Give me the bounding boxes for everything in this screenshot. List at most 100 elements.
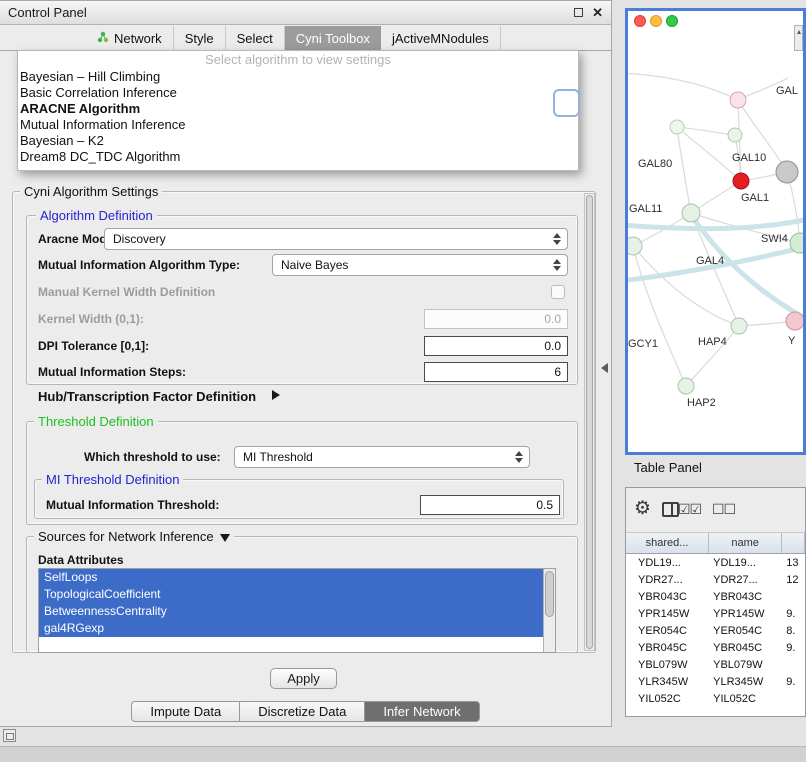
dpi-tolerance-input[interactable]: 0.0 xyxy=(424,336,568,356)
table-row[interactable]: YBR043CYBR043C xyxy=(626,588,805,605)
table-cell xyxy=(782,656,805,673)
control-panel: Control Panel ✕ NetworkStyleSelectCyni T… xyxy=(0,0,612,727)
algorithm-dropdown-items: Bayesian – Hill ClimbingBasic Correlatio… xyxy=(18,69,578,165)
algorithm-option[interactable]: Bayesian – K2 xyxy=(18,133,578,149)
which-threshold-select[interactable]: MI Threshold xyxy=(234,446,530,468)
dpi-tolerance-label: DPI Tolerance [0,1]: xyxy=(38,339,149,353)
table-panel-window: ⚙ ☑☑ ☐☐ shared...name YDL19...YDL19...13… xyxy=(625,487,806,717)
table-cell: 8. xyxy=(782,622,805,639)
table-row[interactable]: YLR345WYLR345W9. xyxy=(626,673,805,690)
algorithm-option[interactable]: Bayesian – Hill Climbing xyxy=(18,69,578,85)
table-row[interactable]: YDR27...YDR27...12 xyxy=(626,571,805,588)
data-attribute-item[interactable]: SelfLoops xyxy=(39,569,555,586)
table-row[interactable]: YIL052CYIL052C xyxy=(626,690,805,707)
algorithm-dropdown-popup: Select algorithm to view settings Bayesi… xyxy=(17,50,579,171)
table-column-header[interactable]: shared... xyxy=(626,533,709,553)
apply-button[interactable]: Apply xyxy=(270,668,337,689)
combo-arrows-icon xyxy=(553,233,561,245)
network-edge[interactable] xyxy=(628,218,803,229)
tab-label: jActiveMNodules xyxy=(392,31,489,46)
mode-tab-impute-data[interactable]: Impute Data xyxy=(131,701,240,722)
network-node[interactable] xyxy=(776,161,798,183)
expand-arrow-icon[interactable] xyxy=(272,390,280,400)
splitter-collapse-icon[interactable] xyxy=(601,363,608,373)
data-attribute-item[interactable]: TopologicalCoefficient xyxy=(39,586,555,603)
gear-icon[interactable]: ⚙ xyxy=(634,499,651,518)
data-attribute-item[interactable]: gal4RGexp xyxy=(39,620,555,637)
select-all-checkboxes-icon[interactable]: ☑☑ xyxy=(678,502,701,516)
mode-tab-discretize-data[interactable]: Discretize Data xyxy=(240,701,365,722)
mi-type-value: Naive Bayes xyxy=(281,258,348,272)
table-cell: YDL19... xyxy=(626,554,709,571)
mode-tab-infer-network[interactable]: Infer Network xyxy=(365,701,479,722)
network-node[interactable] xyxy=(731,318,747,334)
network-node[interactable] xyxy=(733,173,749,189)
tab-style[interactable]: Style xyxy=(174,26,226,51)
sources-legend[interactable]: Sources for Network Inference xyxy=(34,529,234,544)
table-cell: YBR045C xyxy=(626,639,709,656)
algorithm-option[interactable]: Mutual Information Inference xyxy=(18,117,578,133)
network-node[interactable] xyxy=(786,312,803,330)
table-cell: 9. xyxy=(782,605,805,622)
table-row[interactable]: YER054CYER054C8. xyxy=(626,622,805,639)
table-column-header[interactable] xyxy=(782,533,805,553)
mi-threshold-legend: MI Threshold Definition xyxy=(42,472,183,487)
network-icon xyxy=(97,31,109,46)
tab-select[interactable]: Select xyxy=(226,26,285,51)
network-node[interactable] xyxy=(678,378,694,394)
columns-icon[interactable] xyxy=(662,502,679,517)
network-node[interactable] xyxy=(628,237,642,255)
table-row[interactable]: YBR045CYBR045C9. xyxy=(626,639,805,656)
table-row[interactable]: YPR145WYPR145W9. xyxy=(626,605,805,622)
table-row[interactable]: YBL079WYBL079W xyxy=(626,656,805,673)
kernel-width-input[interactable]: 0.0 xyxy=(424,309,568,329)
table-cell: 13 xyxy=(782,554,805,571)
tab-cyni-toolbox[interactable]: Cyni Toolbox xyxy=(285,26,381,51)
table-cell xyxy=(782,690,805,707)
node-label: GAL10 xyxy=(732,152,766,164)
tab-network[interactable]: Network xyxy=(86,26,174,51)
manual-kernel-checkbox[interactable] xyxy=(551,285,565,299)
network-canvas[interactable]: GALGAL80GAL10GAL11GAL1SWI4GAL4GCY1HAP4YH… xyxy=(628,33,803,452)
network-node[interactable] xyxy=(728,128,742,142)
settings-scrollbar[interactable] xyxy=(584,193,595,651)
network-node[interactable] xyxy=(670,120,684,134)
close-traffic-light[interactable] xyxy=(634,15,646,27)
zoom-traffic-light[interactable] xyxy=(666,15,678,27)
attributes-scrollbar[interactable] xyxy=(543,569,555,652)
table-header-row: shared...name xyxy=(626,533,805,554)
network-edge[interactable] xyxy=(628,73,738,100)
close-icon[interactable]: ✕ xyxy=(592,6,603,19)
window-traffic-lights xyxy=(634,15,678,27)
node-label: SWI4 xyxy=(761,233,788,245)
table-column-header[interactable]: name xyxy=(709,533,782,553)
data-attribute-item[interactable]: BetweennessCentrality xyxy=(39,603,555,620)
mi-threshold-input[interactable]: 0.5 xyxy=(420,495,560,515)
network-node[interactable] xyxy=(682,204,700,222)
threshold-definition-legend: Threshold Definition xyxy=(34,414,158,429)
minimize-traffic-light[interactable] xyxy=(650,15,662,27)
table-cell: YDR27... xyxy=(709,571,782,588)
algorithm-option[interactable]: Basic Correlation Inference xyxy=(18,85,578,101)
aracne-mode-select[interactable]: Discovery xyxy=(104,228,568,250)
table-toolbar: ⚙ ☑☑ ☐☐ xyxy=(626,488,805,533)
float-window-icon[interactable] xyxy=(574,8,583,17)
tab-label: Network xyxy=(114,31,162,46)
network-edge[interactable] xyxy=(686,326,739,386)
table-cell: YER054C xyxy=(626,622,709,639)
network-node[interactable] xyxy=(730,92,746,108)
algorithm-option[interactable]: ARACNE Algorithm xyxy=(18,101,578,117)
deselect-all-checkboxes-icon[interactable]: ☐☐ xyxy=(712,502,735,516)
network-edge[interactable] xyxy=(677,127,691,213)
mi-steps-input[interactable]: 6 xyxy=(424,362,568,382)
mi-type-select[interactable]: Naive Bayes xyxy=(272,254,568,276)
table-body: YDL19...YDL19...13YDR27...YDR27...12YBR0… xyxy=(626,554,805,716)
table-cell: YIL052C xyxy=(626,690,709,707)
tab-jactivemnodules[interactable]: jActiveMNodules xyxy=(381,26,501,51)
docked-window-icon[interactable] xyxy=(3,729,16,742)
algorithm-option[interactable]: Dream8 DC_TDC Algorithm xyxy=(18,149,578,165)
network-edge[interactable] xyxy=(633,246,686,386)
combo-arrows-icon xyxy=(515,451,523,463)
table-row[interactable]: YDL19...YDL19...13 xyxy=(626,554,805,571)
kernel-width-label: Kernel Width (0,1): xyxy=(38,312,144,326)
